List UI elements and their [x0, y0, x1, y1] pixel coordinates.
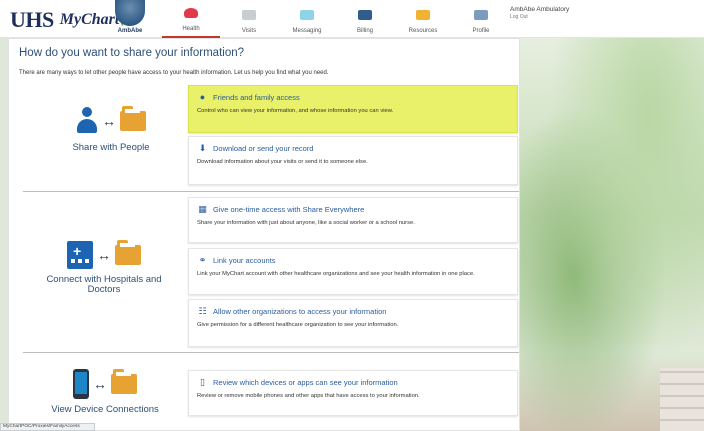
nav-health-label: Health [182, 26, 200, 32]
account-avatar-tab[interactable]: AmbAbe [108, 0, 152, 38]
id-card-icon [474, 10, 488, 20]
page-title: How do you want to share your informatio… [19, 47, 245, 59]
share-everywhere-icon: ▦ [198, 203, 207, 214]
browser-status-bar: MyChartPOC/Proxies/FamilyAccess [0, 423, 95, 431]
hospital-icon [67, 241, 93, 269]
section-divider [23, 191, 519, 192]
nav-visits-label: Visits [241, 28, 257, 34]
nav-billing[interactable]: Billing [336, 0, 394, 38]
section-label: View Device Connections [51, 404, 159, 415]
logout-link[interactable]: Log Out [510, 14, 569, 20]
nav-profile-label: Profile [472, 28, 490, 34]
people-icon: ● [199, 92, 206, 102]
main-nav: Health Visits Messaging Billing Resource… [162, 0, 510, 38]
two-way-arrow-icon: ↔ [97, 247, 111, 263]
card-title: ⬇ Download or send your record [197, 143, 509, 153]
share-info-panel: How do you want to share your informatio… [8, 38, 520, 431]
avatar [115, 0, 145, 26]
heart-icon [184, 8, 198, 18]
phone-icon [73, 369, 89, 399]
section-label: Share with People [72, 142, 150, 153]
nav-resources[interactable]: Resources [394, 0, 452, 38]
card-title-text: Allow other organizations to access your… [213, 306, 387, 316]
card-title: ▯ Review which devices or apps can see y… [197, 377, 509, 387]
folder-icon [115, 240, 141, 265]
nav-profile[interactable]: Profile [452, 0, 510, 38]
user-info: AmbAbe Ambulatory Log Out [510, 6, 569, 20]
section-icons: ↔ [35, 369, 175, 399]
org-chart-icon: ☷ [198, 305, 207, 316]
card-download-send-record[interactable]: ⬇ Download or send your record Download … [188, 136, 518, 185]
card-title: ⚭ Link your accounts [197, 255, 509, 265]
card-title-text: Give one-time access with Share Everywhe… [213, 204, 365, 214]
device-icon: ▯ [200, 376, 205, 387]
nav-messaging[interactable]: Messaging [278, 0, 336, 38]
link-icon: ⚭ [198, 254, 207, 265]
card-title-text: Download or send your record [213, 143, 314, 153]
section-divider [23, 352, 519, 353]
card-description: Link your MyChart account with other hea… [197, 271, 475, 277]
two-way-arrow-icon: ↔ [102, 113, 116, 129]
section-share-with-people: ↔ Share with People [41, 106, 181, 153]
card-friends-family-access[interactable]: ● Friends and family access Control who … [188, 85, 518, 133]
card-description: Download information about your visits o… [197, 159, 368, 165]
section-icons: ↔ [29, 240, 179, 269]
nav-visits[interactable]: Visits [220, 0, 278, 38]
card-title-text: Review which devices or apps can see you… [213, 377, 398, 387]
page-description: There are many ways to let other people … [19, 70, 329, 76]
nav-resources-label: Resources [408, 28, 438, 34]
section-connect-hospitals: ↔ Connect with Hospitals and Doctors [29, 240, 179, 296]
card-title: ▦ Give one-time access with Share Everyw… [197, 204, 509, 214]
card-description: Give permission for a different healthca… [197, 322, 399, 328]
card-title: ● Friends and family access [197, 92, 509, 102]
two-way-arrow-icon: ↔ [93, 376, 107, 392]
folder-icon [120, 106, 146, 131]
card-title-text: Friends and family access [213, 92, 300, 102]
card-title-text: Link your accounts [213, 255, 276, 265]
calendar-icon [242, 10, 256, 20]
folder-icon [416, 10, 430, 20]
credit-card-icon [358, 10, 372, 20]
card-share-everywhere[interactable]: ▦ Give one-time access with Share Everyw… [188, 197, 518, 243]
card-description: Control who can view your information, a… [197, 108, 394, 114]
card-description: Share your information with just about a… [197, 220, 415, 226]
user-name: AmbAbe Ambulatory [510, 6, 570, 13]
nav-billing-label: Billing [356, 28, 373, 34]
card-title: ☷ Allow other organizations to access yo… [197, 306, 509, 316]
folder-icon [111, 369, 137, 394]
card-description: Review or remove mobile phones and other… [197, 393, 420, 399]
logo-uhs-text: UHS [10, 7, 54, 32]
section-device-connections: ↔ View Device Connections [35, 369, 175, 415]
section-label: Connect with Hospitals and Doctors [46, 274, 162, 296]
download-icon: ⬇ [198, 142, 207, 153]
card-allow-organizations[interactable]: ☷ Allow other organizations to access yo… [188, 299, 518, 347]
nav-health[interactable]: Health [162, 0, 220, 38]
background-planks [660, 368, 704, 431]
card-link-accounts[interactable]: ⚭ Link your accounts Link your MyChart a… [188, 248, 518, 295]
background-scenery [520, 38, 704, 431]
section-icons: ↔ [41, 106, 181, 135]
nav-messaging-label: Messaging [292, 28, 322, 34]
card-review-devices[interactable]: ▯ Review which devices or apps can see y… [188, 370, 518, 416]
avatar-label: AmbAbe [117, 28, 143, 34]
app-header: UHS MyChart AmbAbe Health Visits Messagi… [0, 0, 704, 38]
envelope-icon [300, 10, 314, 20]
person-icon [76, 107, 98, 135]
